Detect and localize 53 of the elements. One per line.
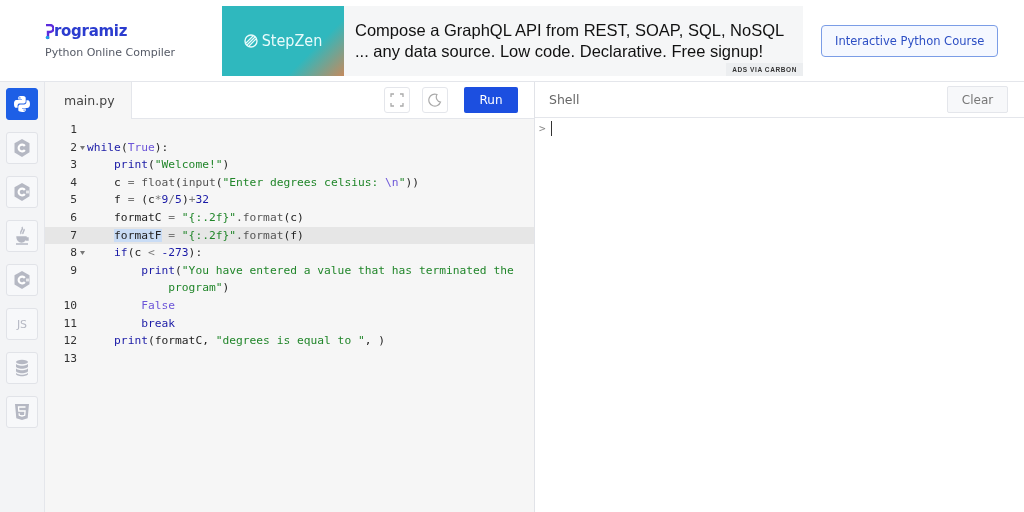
c-hexagon-icon	[13, 138, 31, 158]
line-number: 3	[70, 157, 77, 174]
line-number: 12	[63, 333, 77, 350]
ad-text: Compose a GraphQL API from REST, SOAP, SQL, NoSQL	[355, 20, 785, 40]
clear-button[interactable]: Clear	[947, 86, 1008, 113]
line-number: 7	[70, 227, 77, 244]
code-line: while(True):	[87, 139, 170, 156]
code-line: f = (c*9/5)+32	[113, 192, 210, 209]
code-line: print("Welcome!")	[113, 157, 231, 174]
code-line: print(formatC, "degrees is equal to ", )	[113, 333, 387, 350]
fold-caret-icon[interactable]	[79, 251, 85, 256]
shell-prompt: >	[539, 121, 546, 137]
line-number: 2	[70, 139, 77, 156]
code-line: formatF = "{:.2f}".format(f)	[113, 227, 305, 244]
brand-name: rogramiz	[54, 22, 128, 40]
code-line: if(c < -273):	[113, 245, 204, 262]
text-cursor	[550, 121, 552, 136]
course-button[interactable]: Interactive Python Course	[821, 24, 999, 57]
c-sharp-hexagon-icon	[13, 270, 31, 290]
file-tab[interactable]: main.py	[45, 82, 132, 119]
python-icon	[13, 95, 31, 113]
theme-button[interactable]	[422, 87, 448, 113]
ad-text: ... any data source. Low code. Declarative. Free signup!	[355, 41, 765, 61]
line-number: 1	[70, 122, 77, 138]
code-line: break	[140, 315, 177, 332]
run-button[interactable]: Run	[464, 87, 518, 113]
code-line: c = float(input("Enter degrees celsius: \n"))	[113, 174, 420, 191]
fullscreen-button[interactable]	[384, 87, 410, 113]
line-number: 6	[70, 209, 77, 226]
shell-title: Shell	[549, 92, 580, 107]
js-label: JS	[16, 317, 28, 331]
line-number: 8	[70, 245, 77, 262]
line-number: 4	[70, 174, 77, 191]
c-plus-hexagon-icon	[13, 182, 31, 202]
expand-icon	[390, 93, 404, 107]
line-number: 5	[70, 192, 77, 209]
line-number: 9	[70, 262, 77, 279]
line-number: 10	[63, 297, 77, 314]
moon-icon	[428, 93, 442, 107]
html5-shield-icon	[14, 403, 30, 421]
line-number: 11	[63, 315, 77, 332]
site-subtitle: Python Online Compiler	[45, 46, 177, 59]
slashed-circle-icon	[243, 33, 258, 48]
code-line: formatC = "{:.2f}".format(c)	[113, 209, 305, 226]
fold-caret-icon[interactable]	[79, 145, 85, 150]
coffee-cup-icon	[14, 226, 30, 246]
language-button[interactable]	[6, 88, 38, 120]
code-line: print("You have entered a value that has terminated the program")	[140, 262, 515, 297]
code-line: False	[140, 297, 177, 314]
line-number: 13	[63, 350, 77, 367]
logo-mark-icon	[45, 24, 54, 40]
ad-logo: StepZen	[222, 5, 344, 76]
database-icon	[15, 359, 29, 377]
